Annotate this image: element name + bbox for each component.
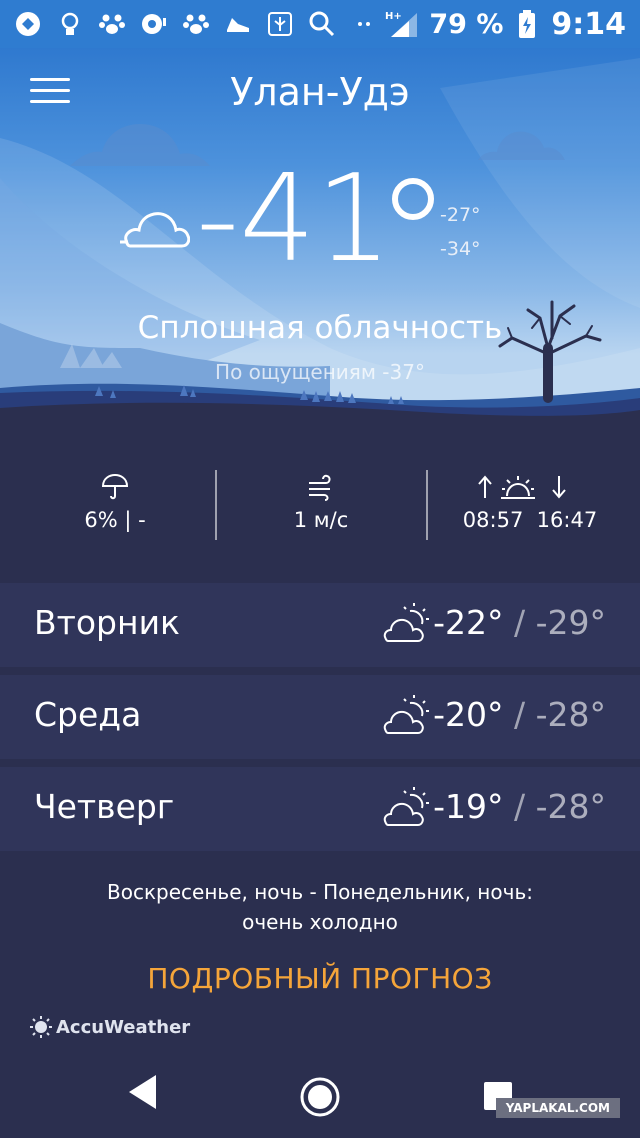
- status-right: H+ 79 % 9:14: [385, 0, 626, 48]
- cloud-icon: [120, 212, 190, 248]
- forecast-low: -29°: [535, 603, 606, 642]
- paw-icon: [98, 10, 126, 38]
- notification-icons: [14, 6, 378, 42]
- forecast-high: -19°: [433, 787, 504, 826]
- network-label: H+: [385, 11, 402, 22]
- forecast-day: Четверг: [34, 787, 175, 826]
- today-low: -34°: [440, 238, 481, 260]
- forecast-temps: -19° / -28°: [433, 787, 606, 826]
- stats-divider: [215, 470, 217, 540]
- today-high: -27°: [440, 204, 481, 226]
- degree-symbol: [392, 178, 434, 220]
- partly-cloudy-icon: [383, 787, 429, 826]
- alert-line-2: очень холодно: [242, 910, 398, 934]
- record-icon: [140, 10, 168, 38]
- forecast-day: Среда: [34, 695, 142, 734]
- sun-stat[interactable]: 08:57 16:47: [450, 470, 610, 542]
- system-nav-bar: YAPLAKAL.COM: [0, 1050, 640, 1138]
- more-dots-icon: [350, 10, 378, 38]
- partly-cloudy-icon: [383, 695, 429, 734]
- feels-like: По ощущениям -37°: [215, 360, 425, 384]
- city-title[interactable]: Улан-Удэ: [0, 70, 640, 114]
- back-icon[interactable]: [126, 1072, 160, 1112]
- app-icon: [14, 10, 42, 38]
- wind-stat[interactable]: 1 м/с: [246, 470, 396, 542]
- hplus-signal-icon: H+: [385, 10, 419, 38]
- forecast-temps: -22° / -29°: [433, 603, 606, 642]
- battery-percent: 79 %: [429, 8, 504, 40]
- stats-row: 6% | - 1 м/с 08:57 16:47: [0, 470, 640, 542]
- sunset-time: 16:47: [536, 508, 598, 532]
- forecast-low: -28°: [535, 787, 606, 826]
- sun-times: 08:57 16:47: [450, 508, 610, 532]
- forecast-temps: -20° / -28°: [433, 695, 606, 734]
- search-icon: [308, 10, 336, 38]
- wind-value: 1 м/с: [293, 508, 349, 532]
- current-temperature: -41: [196, 150, 392, 289]
- forecast-high: -22°: [433, 603, 504, 642]
- weather-alert: Воскресенье, ночь - Понедельник, ночь: о…: [0, 877, 640, 937]
- shoe-icon: [224, 10, 252, 38]
- forecast-day: Вторник: [34, 603, 180, 642]
- forecast-row[interactable]: Четверг -19° / -28°: [0, 767, 640, 851]
- forecast-row[interactable]: Среда -20° / -28°: [0, 675, 640, 759]
- stats-divider: [426, 470, 428, 540]
- bulb-icon: [56, 10, 84, 38]
- sunrise-sunset-icon: [478, 475, 566, 499]
- brand-name: AccuWeather: [56, 1016, 191, 1038]
- forecast-low: -28°: [535, 695, 606, 734]
- forecast-row[interactable]: Вторник -22° / -29°: [0, 583, 640, 667]
- accuweather-logo[interactable]: AccuWeather: [30, 1016, 190, 1038]
- watermark: YAPLAKAL.COM: [495, 1098, 620, 1118]
- partly-cloudy-icon: [383, 603, 429, 642]
- precipitation-value: 6% | -: [84, 508, 146, 532]
- usb-icon: [266, 10, 294, 38]
- wind-icon: [309, 474, 331, 501]
- status-bar: H+ 79 % 9:14: [0, 0, 640, 48]
- paw-icon: [182, 10, 210, 38]
- weather-condition: Сплошная облачность: [137, 310, 503, 346]
- forecast-high: -20°: [433, 695, 504, 734]
- home-icon[interactable]: [299, 1076, 341, 1118]
- clock: 9:14: [551, 6, 626, 42]
- alert-line-1: Воскресенье, ночь - Понедельник, ночь:: [107, 880, 533, 904]
- precipitation-stat[interactable]: 6% | -: [40, 470, 190, 542]
- battery-charging-icon: [513, 10, 541, 38]
- current-weather-hero: Улан-Удэ -41 -27° -34° Сплошная облачнос…: [0, 48, 640, 440]
- sunrise-time: 08:57: [462, 508, 524, 532]
- umbrella-icon: [101, 473, 129, 500]
- sun-logo-icon: [30, 1016, 52, 1038]
- detailed-forecast-link[interactable]: ПОДРОБНЫЙ ПРОГНОЗ: [0, 962, 640, 995]
